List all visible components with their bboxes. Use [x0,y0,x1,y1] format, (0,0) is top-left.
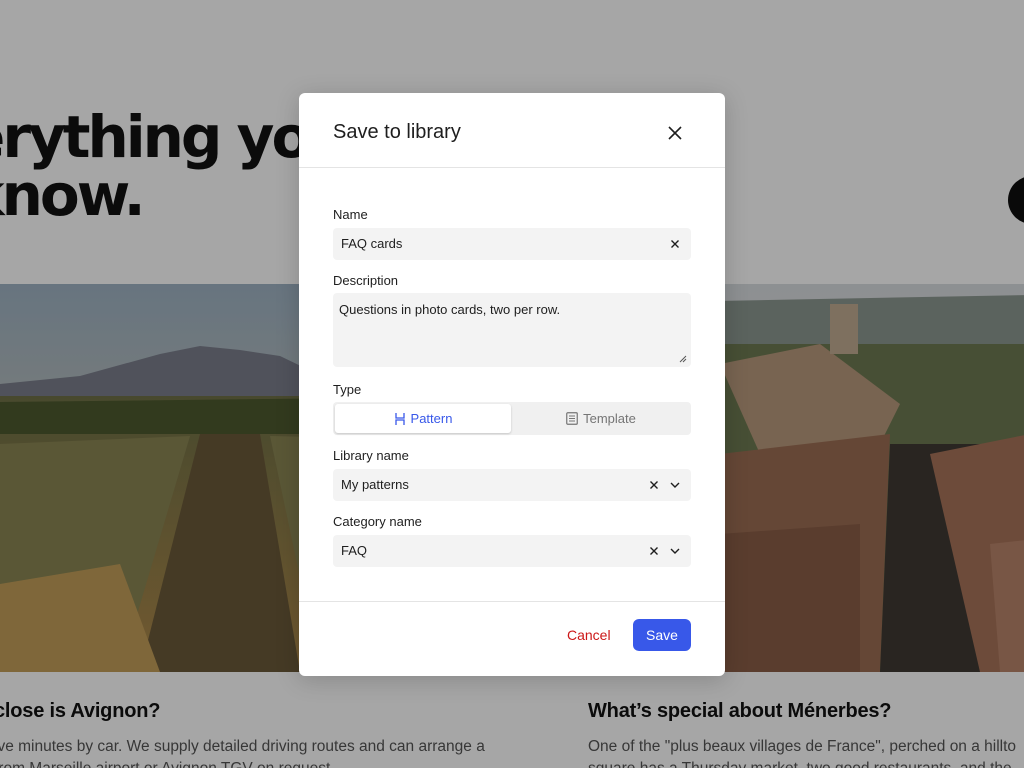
description-value: Questions in photo cards, two per row. [339,302,561,317]
template-icon [566,412,578,425]
dialog-title: Save to library [333,121,461,143]
category-clear-button[interactable] [646,543,662,559]
library-name-combobox[interactable]: My patterns [333,469,691,501]
name-label: Name [333,207,368,222]
type-label: Type [333,382,362,397]
clear-icon [650,547,658,555]
name-field[interactable]: FAQ cards [333,228,691,260]
dialog-header: Save to library [299,93,725,168]
pattern-label: Pattern [410,411,453,426]
chevron-down-icon [670,548,680,554]
description-label: Description [333,273,399,288]
template-label: Template [583,411,636,426]
dialog-footer: Cancel Save [299,601,725,676]
type-toggle-group: Pattern Template [333,402,691,435]
clear-icon [671,240,679,248]
type-option-pattern[interactable]: Pattern [335,404,511,433]
name-clear-button[interactable] [667,236,683,252]
close-icon [668,126,682,140]
cancel-button[interactable]: Cancel [555,619,623,651]
save-button[interactable]: Save [633,619,691,651]
resize-handle-icon[interactable] [678,354,687,363]
save-to-library-dialog: Save to library Name FAQ cards Descripti… [299,93,725,676]
category-name-combobox[interactable]: FAQ [333,535,691,567]
pattern-icon [394,412,405,425]
library-name-value: My patterns [341,477,409,492]
library-dropdown-toggle[interactable] [667,477,683,493]
name-value: FAQ cards [341,236,403,251]
category-name-label: Category name [333,514,422,529]
close-button[interactable] [661,119,689,147]
description-textarea[interactable]: Questions in photo cards, two per row. [333,293,691,367]
library-name-label: Library name [333,448,409,463]
category-name-value: FAQ [341,543,368,558]
chevron-down-icon [670,482,680,488]
library-clear-button[interactable] [646,477,662,493]
category-dropdown-toggle[interactable] [667,543,683,559]
type-option-template[interactable]: Template [513,404,689,433]
clear-icon [650,481,658,489]
